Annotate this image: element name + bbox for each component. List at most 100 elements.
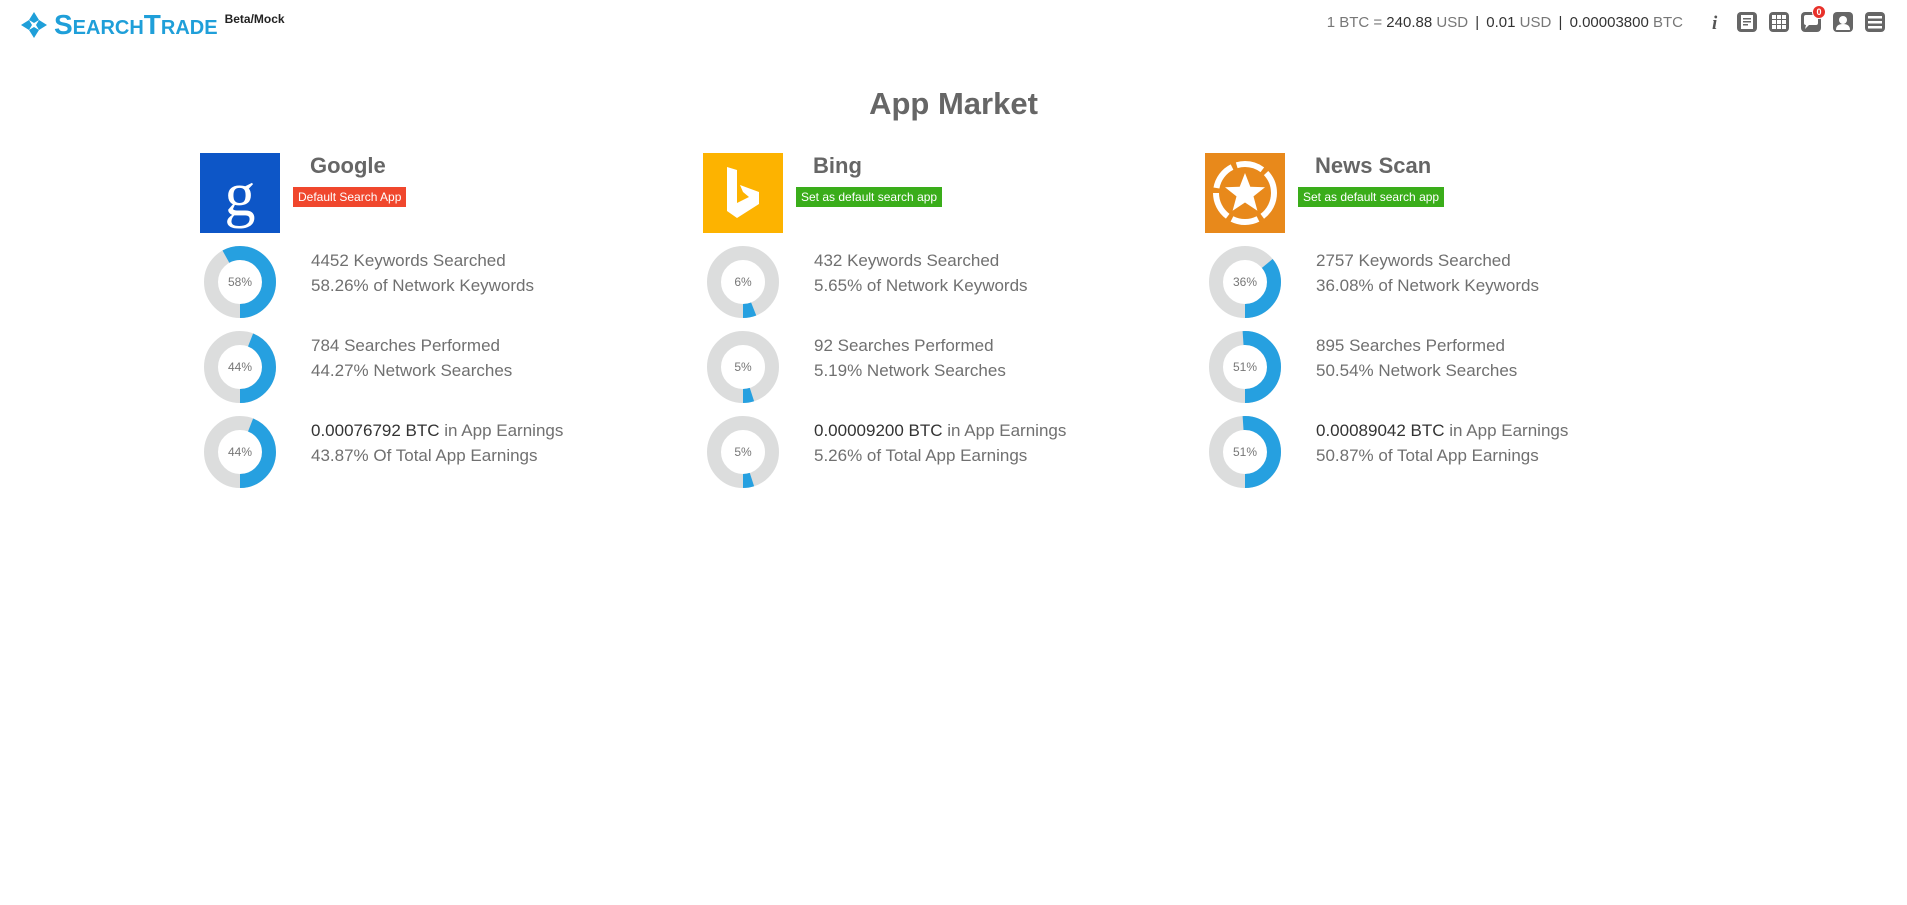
donut-percent-label: 44% xyxy=(227,360,253,374)
app-name[interactable]: Google xyxy=(310,153,406,179)
donut-chart: 51% xyxy=(1208,415,1282,489)
notification-count: 0 xyxy=(1812,5,1826,19)
donut-chart: 36% xyxy=(1208,245,1282,319)
page-title: App Market xyxy=(869,86,1038,121)
grid-icon[interactable] xyxy=(1767,10,1791,34)
google-logo[interactable]: g xyxy=(200,153,280,233)
chat-icon[interactable]: 0 xyxy=(1799,5,1826,34)
stat-line-primary: 0.00089042 BTC in App Earnings xyxy=(1316,418,1568,443)
stat-text: 2757 Keywords Searched 36.08% of Network … xyxy=(1316,248,1539,298)
stat-line-primary-text: 432 Keywords Searched xyxy=(814,251,1000,270)
top-bar: 1 BTC = 240.88 USD | 0.01 USD | 0.000038… xyxy=(1327,5,1887,34)
stat-text: 0.00076792 BTC in App Earnings 43.87% Of … xyxy=(311,418,563,468)
btc-value: 0.00003800 xyxy=(1569,13,1649,31)
star-icon xyxy=(1205,153,1285,233)
usd-unit: USD xyxy=(1519,13,1552,31)
usd-value: 0.01 xyxy=(1486,13,1516,31)
donut-percent-label: 44% xyxy=(227,445,253,459)
donut-chart: 5% xyxy=(706,415,780,489)
stat-row: 5% 0.00009200 BTC in App Earnings 5.26% of… xyxy=(703,415,1183,489)
svg-text:i: i xyxy=(1712,13,1718,34)
menu-icon[interactable] xyxy=(1863,10,1887,34)
stat-line-primary: 432 Keywords Searched xyxy=(814,248,1028,273)
set-default-button[interactable]: Set as default search app xyxy=(796,187,943,207)
stat-row: 51% 895 Searches Performed 50.54% Network … xyxy=(1205,330,1685,404)
separator: | xyxy=(1475,13,1480,31)
receipt-icon[interactable] xyxy=(1735,10,1759,34)
stat-line-primary-text: 2757 Keywords Searched xyxy=(1316,251,1511,270)
app-name[interactable]: News Scan xyxy=(1315,153,1444,179)
stat-line-primary: 2757 Keywords Searched xyxy=(1316,248,1539,273)
donut-chart: 5% xyxy=(706,330,780,404)
stat-row: 6% 432 Keywords Searched 5.65% of Network … xyxy=(703,245,1183,319)
stat-text: 92 Searches Performed 5.19% Network Searc… xyxy=(814,333,1006,383)
stat-line-secondary: 5.65% of Network Keywords xyxy=(814,276,1028,295)
stat-line-primary-text: in App Earnings xyxy=(942,421,1067,440)
donut-chart: 44% xyxy=(203,330,277,404)
donut-percent-label: 6% xyxy=(734,275,752,289)
donut-chart: 6% xyxy=(706,245,780,319)
app-card-news-scan: News Scan Set as default search app 36% 2… xyxy=(1205,153,1685,489)
stat-line-primary: 895 Searches Performed xyxy=(1316,333,1517,358)
stat-line-primary-text: 784 Searches Performed xyxy=(311,336,500,355)
earnings-amount: 0.00089042 BTC xyxy=(1316,421,1445,440)
donut-percent-label: 5% xyxy=(734,445,752,459)
user-icon[interactable] xyxy=(1831,10,1855,34)
donut-percent-label: 51% xyxy=(1232,360,1258,374)
stat-line-primary-text: 4452 Keywords Searched xyxy=(311,251,506,270)
stat-row: 5% 92 Searches Performed 5.19% Network Sea… xyxy=(703,330,1183,404)
info-icon[interactable]: i xyxy=(1703,10,1727,34)
stat-line-primary-text: in App Earnings xyxy=(1444,421,1569,440)
stat-line-secondary: 50.87% of Total App Earnings xyxy=(1316,446,1539,465)
app-card-google: g Google Default Search App 58% 4452 Keyw… xyxy=(200,153,680,489)
donut-chart: 51% xyxy=(1208,330,1282,404)
news-scan-logo[interactable] xyxy=(1205,153,1285,233)
bing-icon xyxy=(703,153,783,233)
stat-line-secondary: 44.27% Network Searches xyxy=(311,361,513,380)
separator: | xyxy=(1558,13,1563,31)
rate-prefix: 1 BTC = xyxy=(1326,13,1383,31)
donut-percent-label: 51% xyxy=(1232,445,1258,459)
stat-line-secondary: 43.87% Of Total App Earnings xyxy=(311,446,538,465)
donut-percent-label: 36% xyxy=(1232,275,1258,289)
default-search-app-badge: Default Search App xyxy=(293,187,407,207)
stat-line-primary-text: 895 Searches Performed xyxy=(1316,336,1505,355)
stat-line-primary-text: 92 Searches Performed xyxy=(814,336,994,355)
beta-label: Beta/Mock xyxy=(224,12,285,26)
stat-line-primary: 0.00009200 BTC in App Earnings xyxy=(814,418,1066,443)
stat-text: 4452 Keywords Searched 58.26% of Network … xyxy=(311,248,534,298)
stat-line-primary: 92 Searches Performed xyxy=(814,333,1006,358)
app-name[interactable]: Bing xyxy=(813,153,942,179)
google-icon: g xyxy=(200,153,280,233)
stat-text: 0.00089042 BTC in App Earnings 50.87% of … xyxy=(1316,418,1568,468)
stat-line-primary-text: in App Earnings xyxy=(439,421,564,440)
app-card-bing: Bing Set as default search app 6% 432 Key… xyxy=(703,153,1183,489)
donut-chart: 44% xyxy=(203,415,277,489)
brand-logo[interactable]: SearchTrade Beta/Mock xyxy=(20,10,285,40)
rate-usd-unit: USD xyxy=(1436,13,1469,31)
set-default-button[interactable]: Set as default search app xyxy=(1298,187,1445,207)
stat-text: 432 Keywords Searched 5.65% of Network Ke… xyxy=(814,248,1028,298)
stat-line-secondary: 58.26% of Network Keywords xyxy=(311,276,534,295)
bing-logo[interactable] xyxy=(703,153,783,233)
logo-diamond-icon xyxy=(21,12,47,38)
stat-line-primary: 784 Searches Performed xyxy=(311,333,512,358)
stat-text: 0.00009200 BTC in App Earnings 5.26% of T… xyxy=(814,418,1066,468)
stat-row: 44% 784 Searches Performed 44.27% Network … xyxy=(200,330,680,404)
stat-row: 51% 0.00089042 BTC in App Earnings 50.87% … xyxy=(1205,415,1685,489)
stat-row: 44% 0.00076792 BTC in App Earnings 43.87% … xyxy=(200,415,680,489)
stat-row: 58% 4452 Keywords Searched 58.26% of Netwo… xyxy=(200,245,680,319)
stat-line-secondary: 50.54% Network Searches xyxy=(1316,361,1518,380)
donut-percent-label: 58% xyxy=(227,275,253,289)
earnings-amount: 0.00009200 BTC xyxy=(814,421,943,440)
brand-name: SearchTrade xyxy=(54,9,218,40)
svg-text:g: g xyxy=(225,161,256,229)
stat-line-secondary: 5.19% Network Searches xyxy=(814,361,1006,380)
exchange-rates: 1 BTC = 240.88 USD | 0.01 USD | 0.000038… xyxy=(1327,14,1683,31)
earnings-amount: 0.00076792 BTC xyxy=(311,421,440,440)
rate-usd-value: 240.88 xyxy=(1386,13,1433,31)
stat-line-secondary: 36.08% of Network Keywords xyxy=(1316,276,1539,295)
stat-text: 895 Searches Performed 50.54% Network Sea… xyxy=(1316,333,1517,383)
stat-line-primary: 0.00076792 BTC in App Earnings xyxy=(311,418,563,443)
stat-line-secondary: 5.26% of Total App Earnings xyxy=(814,446,1028,465)
